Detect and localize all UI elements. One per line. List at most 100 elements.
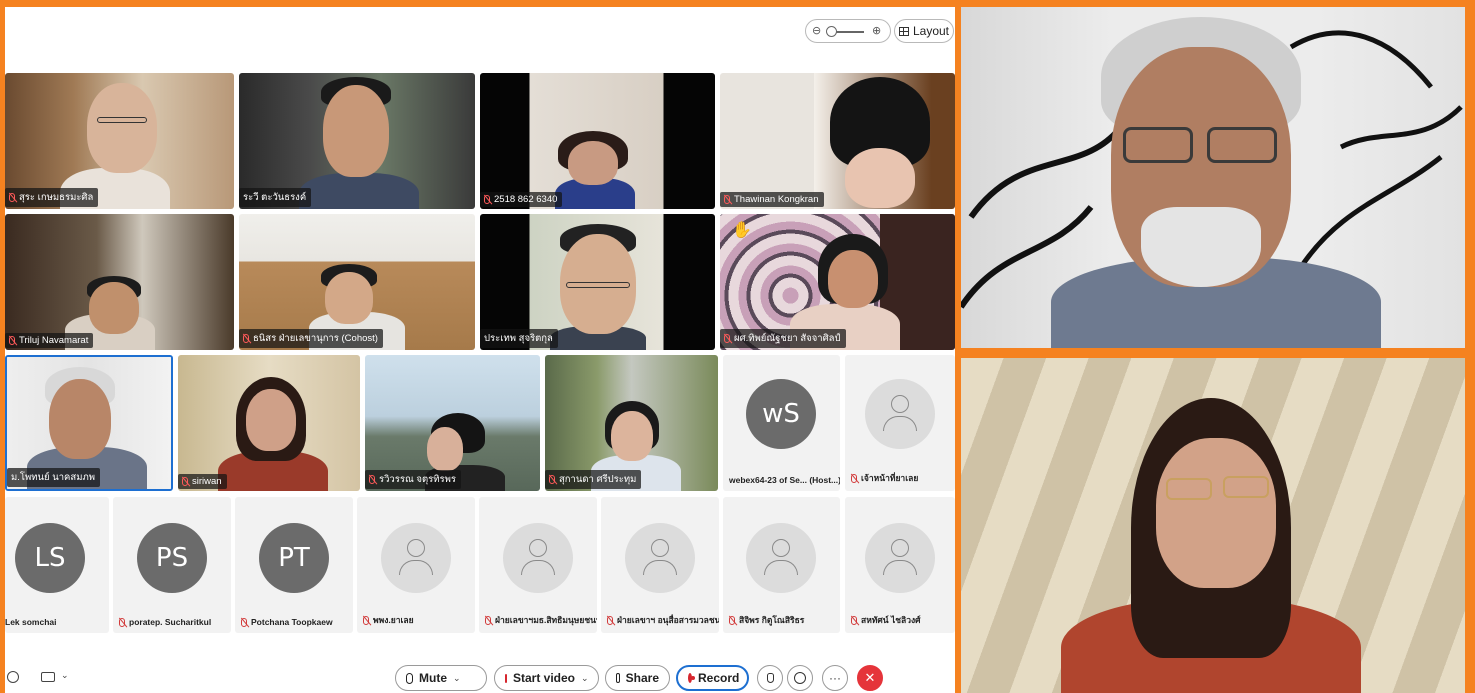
participant-name: ฝ่ายเลขาฯ อนุสื่อสารมวลชน <box>617 615 719 625</box>
participant-name: รวิวรรณ จตุรทิรพร <box>379 474 456 485</box>
avatar-tile[interactable]: ฝ่ายเลขาฯ อนุสื่อสารมวลชน <box>601 497 719 633</box>
participant-name-row: พพง.ยาเลย <box>357 613 414 627</box>
mic-muted-icon <box>363 615 369 625</box>
record-button[interactable]: Record <box>676 665 749 691</box>
glasses-right <box>1223 476 1269 498</box>
avatar: LS <box>15 523 85 593</box>
avatar-tile[interactable]: สิจิพร กิตูโณสิริธร <box>723 497 840 633</box>
zoom-knob[interactable] <box>826 26 837 37</box>
raised-hand-icon: ✋ <box>732 222 752 239</box>
default-avatar-icon <box>381 523 451 593</box>
participant-name: สุกานดา ศรีประทุม <box>559 474 637 485</box>
participant-name-row: poratep. Sucharitkul <box>113 617 211 627</box>
more-options-button[interactable]: ··· <box>822 665 848 691</box>
participant-face <box>49 379 111 459</box>
record-icon <box>688 673 695 683</box>
mic-muted-icon <box>9 336 15 345</box>
video-tile[interactable]: สุกานดา ศรีประทุม <box>545 355 718 491</box>
video-tile[interactable]: รวิวรรณ จตุรทิรพร <box>365 355 540 491</box>
mic-muted-icon <box>851 473 857 483</box>
participant-name: poratep. Sucharitkul <box>129 617 212 627</box>
avatar-tile[interactable]: เจ้าหน้าที่ยาเลย <box>845 355 955 491</box>
nameplate: siriwan <box>178 474 227 489</box>
participant-name: สิจิพร กิตูโณสิริธร <box>739 615 805 625</box>
participant-name-row: สหทัศน์ ไชลิวงศ์ <box>845 613 921 627</box>
avatar-tile[interactable]: สหทัศน์ ไชลิวงศ์ <box>845 497 955 633</box>
avatar-tile[interactable]: PT Potchana Toopkaew <box>235 497 353 633</box>
pinned-video-top[interactable] <box>961 7 1465 348</box>
avatar-tile[interactable]: พพง.ยาเลย <box>357 497 475 633</box>
participant-name: ประเทพ สุจริตกุล <box>484 333 553 344</box>
chat-chevron-icon[interactable]: ⌄ <box>61 670 69 681</box>
nameplate: สุระ เกษมธรมะศิล <box>5 188 99 207</box>
mic-muted-icon <box>724 334 730 343</box>
mic-muted-icon <box>607 615 613 625</box>
mute-label: Mute <box>419 671 447 685</box>
chevron-down-icon[interactable]: ⌄ <box>453 673 461 684</box>
participant-name: ฝ่ายเลขาฯมธ.สิทธิมนุษยชนฯ... <box>495 615 597 625</box>
smiley-icon <box>794 672 806 684</box>
pinned-video-bottom[interactable] <box>961 358 1465 693</box>
raise-hand-button[interactable] <box>757 665 783 691</box>
chat-icon[interactable] <box>41 672 55 682</box>
nameplate: Triluj Navamarat <box>5 333 94 348</box>
zoom-slider[interactable]: ⊖ ⊕ <box>805 19 891 43</box>
participant-beard <box>1141 207 1261 287</box>
avatar-tile[interactable]: wS webex64-23 of Se... (Host...) <box>723 355 840 491</box>
start-video-button[interactable]: Start video ⌄ <box>494 665 599 691</box>
mic-muted-icon <box>724 195 730 204</box>
avatar-tile[interactable]: LS Lek somchai <box>5 497 109 633</box>
participant-name: เจ้าหน้าที่ยาเลย <box>861 473 919 483</box>
video-tile[interactable]: ธนิสร ฝ่ายเลขานุการ (Cohost) <box>239 214 475 350</box>
participant-name: ม.โพทนย์ นาคสมภพ <box>11 472 95 483</box>
video-tile[interactable]: 2518 862 6340 <box>480 73 715 209</box>
mic-muted-icon <box>119 617 125 627</box>
default-avatar-icon <box>746 523 816 593</box>
zoom-out-icon[interactable]: ⊖ <box>812 24 821 37</box>
nameplate: Thawinan Kongkran <box>720 192 824 207</box>
zoom-in-icon[interactable]: ⊕ <box>872 24 881 37</box>
avatar-tile[interactable]: ฝ่ายเลขาฯมธ.สิทธิมนุษยชนฯ... <box>479 497 597 633</box>
video-tile[interactable]: สุระ เกษมธรมะศิล <box>5 73 234 209</box>
reactions-button[interactable] <box>787 665 813 691</box>
screen-frame: ⊖ ⊕ Layout สุระ เกษมธรมะศิล ระวี ตะวันธร… <box>0 0 1475 693</box>
participant-name: Triluj Navamarat <box>19 335 89 346</box>
avatar-tile[interactable]: PS poratep. Sucharitkul <box>113 497 231 633</box>
nameplate: รวิวรรณ จตุรทิรพร <box>365 470 461 489</box>
participant-name: webex64-23 of Se... (Host...) <box>729 475 840 485</box>
end-call-button[interactable]: ✕ <box>857 665 883 691</box>
avatar: wS <box>746 379 816 449</box>
chevron-down-icon[interactable]: ⌄ <box>581 673 589 684</box>
participant-name: siriwan <box>192 476 222 487</box>
participant-name-row: ฝ่ายเลขาฯมธ.สิทธิมนุษยชนฯ... <box>479 613 597 627</box>
layout-button[interactable]: Layout <box>894 19 954 43</box>
nameplate: สุกานดา ศรีประทุม <box>545 470 642 489</box>
participant-name-row: Potchana Toopkaew <box>235 617 333 627</box>
default-avatar-icon <box>503 523 573 593</box>
microphone-icon <box>406 672 413 684</box>
video-tile[interactable]: Triluj Navamarat <box>5 214 234 350</box>
participant-face <box>323 85 389 177</box>
video-tile[interactable]: ✋ ผศ.ทิพย์ณัฐชยา สัจจาศิลป์ <box>720 214 955 350</box>
nameplate: ม.โพทนย์ นาคสมภพ <box>7 468 100 487</box>
share-button[interactable]: Share <box>605 665 670 691</box>
participant-name-row: webex64-23 of Se... (Host...) <box>723 475 840 485</box>
participant-face <box>568 141 618 185</box>
video-tile-active-speaker[interactable]: ม.โพทนย์ นาคสมภพ <box>5 355 173 491</box>
video-tile[interactable]: Thawinan Kongkran <box>720 73 955 209</box>
status-icon[interactable] <box>7 671 19 683</box>
mute-button[interactable]: Mute ⌄ <box>395 665 487 691</box>
participant-name: สหทัศน์ ไชลิวงศ์ <box>861 615 921 625</box>
video-tile[interactable]: siriwan <box>178 355 360 491</box>
default-avatar-icon <box>865 523 935 593</box>
participant-face <box>89 282 139 334</box>
video-tile[interactable]: ระวี ตะวันธรงค์ <box>239 73 475 209</box>
close-icon: ✕ <box>864 670 876 685</box>
participant-name: ระวี ตะวันธรงค์ <box>243 192 307 203</box>
glasses <box>97 117 147 123</box>
grid-icon <box>898 26 909 36</box>
participant-name: 2518 862 6340 <box>494 194 558 205</box>
share-screen-icon <box>616 673 620 683</box>
mic-muted-icon <box>243 334 249 343</box>
video-tile[interactable]: ประเทพ สุจริตกุล <box>480 214 715 350</box>
